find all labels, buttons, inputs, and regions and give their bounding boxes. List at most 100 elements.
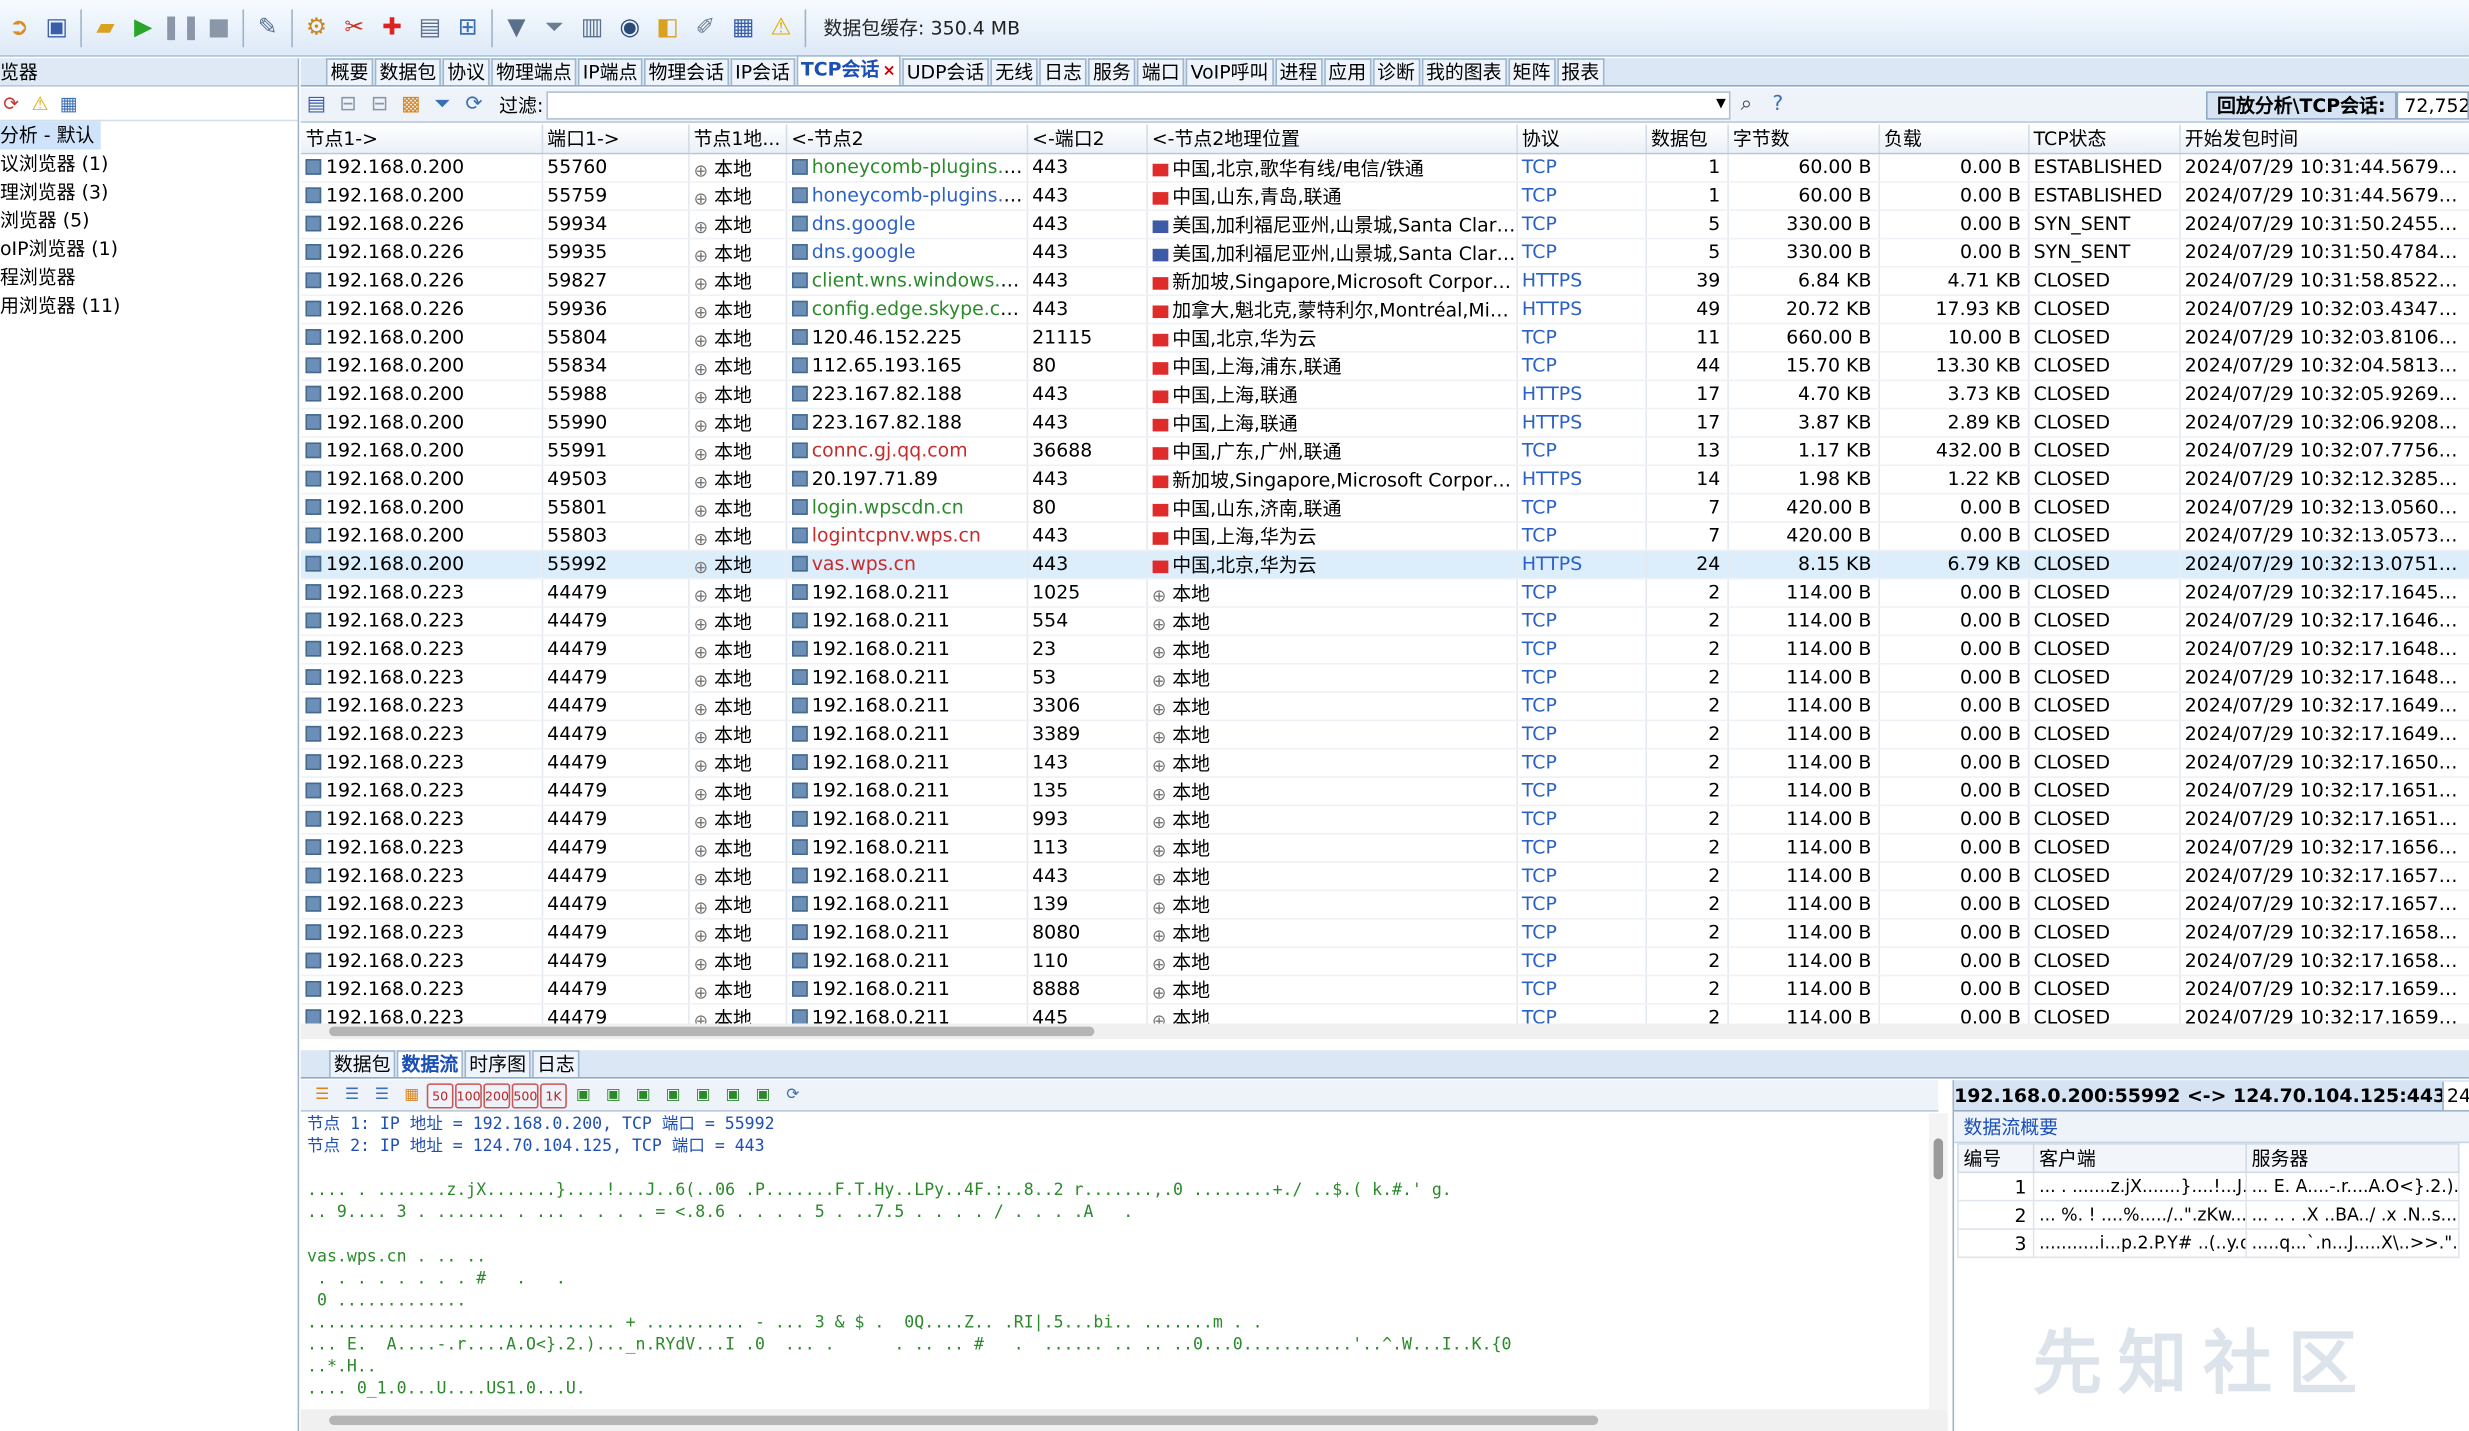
tab-item[interactable]: 日志	[1039, 58, 1087, 86]
summary-column-header[interactable]: 客户端	[2032, 1143, 2247, 1174]
scrollbar-thumb[interactable]	[329, 1415, 1599, 1426]
summary-column-header[interactable]: 编号	[1957, 1143, 2035, 1174]
tab-item[interactable]: VoIP呼叫	[1185, 58, 1274, 86]
table-row[interactable]: 192.168.0.223 44479 ⊕ 本地 192.168.0.211 23 ⊕ 本地 T…	[300, 634, 2469, 664]
decode-icon[interactable]: ▣	[658, 1083, 688, 1108]
summary-row[interactable]: 1... . .......z.jX.......}....!...J..6(.…	[1957, 1171, 2460, 1202]
trash-icon[interactable]: ▼	[499, 10, 534, 45]
refresh-icon[interactable]: ⟳	[778, 1083, 808, 1108]
detail-tab[interactable]: 时序图	[464, 1050, 531, 1078]
table-row[interactable]: 192.168.0.200 55834 ⊕ 本地 112.65.193.165 80 中国,…	[300, 351, 2469, 381]
table-row[interactable]: 192.168.0.226 59936 ⊕ 本地 config.edge.skype.c…	[300, 294, 2469, 324]
search-icon[interactable]: ⌕	[1731, 93, 1762, 117]
tab-item[interactable]: 数据包	[374, 58, 441, 86]
column-header[interactable]: 开始发包时间	[2179, 124, 2469, 154]
browser-item[interactable]: 浏览器 (5)	[0, 206, 298, 234]
stream-horizontal-scrollbar[interactable]	[300, 1409, 1948, 1431]
tab-item[interactable]: 物理端点	[491, 58, 577, 86]
stream-vertical-scrollbar[interactable]	[1928, 1113, 1948, 1410]
table-row[interactable]: 192.168.0.223 44479 ⊕ 本地 192.168.0.211 8080 ⊕ 本…	[300, 917, 2469, 948]
column-header[interactable]: <-节点2	[785, 124, 1028, 154]
tab-item[interactable]: 协议	[442, 58, 490, 86]
folder-up-icon[interactable]: ◧	[650, 10, 685, 45]
column-header[interactable]: <-节点2地理位置	[1146, 124, 1518, 154]
scrollbar-thumb[interactable]	[329, 1026, 1095, 1037]
stop-capture-icon[interactable]: ■	[202, 10, 237, 45]
help-icon[interactable]: ?	[1762, 93, 1793, 117]
tab-item[interactable]: UDP会话	[901, 58, 989, 86]
warning-icon[interactable]: ⚠	[764, 10, 799, 45]
table-row[interactable]: 192.168.0.223 44479 ⊕ 本地 192.168.0.211 554 ⊕ 本地…	[300, 606, 2469, 636]
scrollbar-thumb[interactable]	[1933, 1138, 1944, 1180]
table-row[interactable]: 192.168.0.226 59827 ⊕ 本地 client.wns.windows.…	[300, 266, 2469, 296]
note-icon[interactable]: ✐	[688, 10, 723, 45]
column-header[interactable]: 节点1->	[300, 124, 543, 154]
tools-icon[interactable]: ✂	[337, 10, 372, 45]
packet-limit-button[interactable]: 500	[511, 1082, 539, 1108]
open-file-icon[interactable]: ▰	[88, 10, 123, 45]
tab-item[interactable]: 我的图表	[1421, 58, 1507, 86]
table-row[interactable]: 192.168.0.226 59935 ⊕ 本地 dns.google 443 美国,加利福…	[300, 237, 2469, 267]
table-row[interactable]: 192.168.0.200 55759 ⊕ 本地 honeycomb-plugins.w…	[300, 181, 2469, 211]
table-row[interactable]: 192.168.0.223 44479 ⊕ 本地 192.168.0.211 8888 ⊕ 本…	[300, 974, 2469, 1004]
column-header[interactable]: TCP状态	[2028, 124, 2181, 154]
export-icon[interactable]: ▣	[688, 1083, 718, 1108]
detail-tab[interactable]: 数据包	[329, 1050, 396, 1078]
column-header[interactable]: 负载	[1878, 124, 2029, 154]
table-row[interactable]: 192.168.0.200 55803 ⊕ 本地 logintcpnv.wps.cn 44…	[300, 521, 2469, 551]
start-capture-icon[interactable]: ▶	[126, 10, 161, 45]
tab-item[interactable]: 应用	[1323, 58, 1371, 86]
table-row[interactable]: 192.168.0.200 55992 ⊕ 本地 vas.wps.cn 443 中国,北京,…	[300, 549, 2469, 579]
table-row[interactable]: 192.168.0.223 44479 ⊕ 本地 192.168.0.211 443 ⊕ 本地…	[300, 861, 2469, 891]
column-header[interactable]: 字节数	[1727, 124, 1880, 154]
chart-icon[interactable]: ▩	[395, 93, 426, 117]
print-icon[interactable]: ▣	[748, 1083, 778, 1108]
table-row[interactable]: 192.168.0.223 44479 ⊕ 本地 192.168.0.211 110 ⊕ 本地…	[300, 946, 2469, 976]
copy-icon[interactable]: ▣	[718, 1083, 748, 1108]
tab-item[interactable]: TCP会话 ×	[796, 55, 901, 86]
expand-icon[interactable]: ⊟	[364, 93, 395, 117]
collapse-icon[interactable]: ⊟	[332, 93, 363, 117]
tab-item[interactable]: IP会话	[730, 58, 795, 86]
tab-item[interactable]: IP端点	[577, 58, 643, 86]
table-row[interactable]: 192.168.0.223 44479 ⊕ 本地 192.168.0.211 993 ⊕ 本地…	[300, 804, 2469, 834]
detail-tab[interactable]: 日志	[532, 1050, 580, 1078]
tab-item[interactable]: 诊断	[1372, 58, 1420, 86]
filter-input[interactable]: ▼	[546, 90, 1731, 119]
tab-item[interactable]: 无线	[990, 58, 1038, 86]
summary-row[interactable]: 3...........i...p.2.P.Y# ..(..y.d.......…	[1957, 1228, 2460, 1259]
tab-item[interactable]: 服务	[1088, 58, 1136, 86]
network-icon[interactable]: ⊞	[450, 10, 485, 45]
column-header[interactable]: <-端口2	[1026, 124, 1148, 154]
detail-tab[interactable]: 数据流	[396, 1050, 463, 1078]
table-row[interactable]: 192.168.0.223 44479 ⊕ 本地 192.168.0.211 113 ⊕ 本地…	[300, 832, 2469, 863]
layout-icon[interactable]: ☰	[337, 1083, 367, 1108]
browser-item[interactable]: 用浏览器 (11)	[0, 291, 298, 319]
filter-icon[interactable]: ⏷	[537, 10, 572, 45]
column-header[interactable]: 端口1->	[541, 124, 689, 154]
browser-item[interactable]: 议浏览器 (1)	[0, 150, 298, 178]
window-icon[interactable]: ▤	[413, 10, 448, 45]
table-row[interactable]: 192.168.0.223 44479 ⊕ 本地 192.168.0.211 143 ⊕ 本地…	[300, 747, 2469, 778]
warning-icon[interactable]: ⚠	[31, 92, 59, 114]
table-row[interactable]: 192.168.0.200 55801 ⊕ 本地 login.wpscdn.cn 80 中国…	[300, 492, 2469, 522]
layout-icon[interactable]: ☰	[367, 1083, 397, 1108]
table-row[interactable]: 192.168.0.223 44479 ⊕ 本地 192.168.0.211 3389 ⊕ 本…	[300, 719, 2469, 749]
column-header[interactable]: 节点1地...	[688, 124, 787, 154]
table-row[interactable]: 192.168.0.200 49503 ⊕ 本地 20.197.71.89 443 新加坡,…	[300, 464, 2469, 494]
column-header[interactable]: 数据包	[1645, 124, 1729, 154]
packet-limit-button[interactable]: 50	[426, 1082, 454, 1108]
refresh-icon[interactable]: ⟳	[3, 92, 31, 114]
browser-item[interactable]: 程浏览器	[0, 263, 298, 291]
binary-icon[interactable]: ▣	[628, 1083, 658, 1108]
close-icon[interactable]: ×	[882, 63, 895, 80]
browser-item[interactable]: 理浏览器 (3)	[0, 178, 298, 206]
table-row[interactable]: 192.168.0.223 44479 ⊕ 本地 192.168.0.211 139 ⊕ 本地…	[300, 889, 2469, 919]
pause-capture-icon[interactable]: ❚❚	[161, 10, 201, 45]
hex-icon[interactable]: ▣	[598, 1083, 628, 1108]
table-row[interactable]: 192.168.0.200 55991 ⊕ 本地 connc.gj.qq.com 3668…	[300, 436, 2469, 466]
tab-item[interactable]: 端口	[1137, 58, 1185, 86]
column-header[interactable]: 协议	[1516, 124, 1647, 154]
table-row[interactable]: 192.168.0.223 44479 ⊕ 本地 192.168.0.211 445 ⊕ 本地…	[300, 1003, 2469, 1024]
grid-icon[interactable]: ▦	[60, 92, 88, 114]
